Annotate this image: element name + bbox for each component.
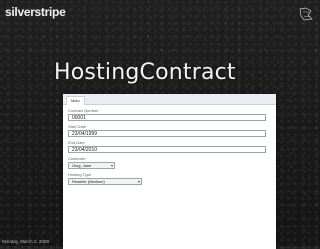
tab-bar: Main bbox=[63, 94, 276, 105]
end-date-field[interactable]: 23/04/2010 bbox=[68, 146, 266, 153]
customer-select[interactable]: Ging, Jane ▾ bbox=[68, 162, 115, 169]
hosting-type-select-value: Reseller (Medium) bbox=[72, 179, 105, 184]
customer-select-value: Ging, Jane bbox=[72, 163, 92, 168]
footer-date: Monday, March 2, 2009 bbox=[2, 239, 49, 244]
chevron-down-icon: ▾ bbox=[110, 163, 113, 168]
contract-number-field[interactable]: 00001 bbox=[68, 114, 266, 121]
doodle-icon bbox=[299, 7, 313, 21]
tab-main[interactable]: Main bbox=[66, 96, 85, 105]
contract-form: Contract Number 00001 Start Date 23/04/1… bbox=[68, 107, 273, 188]
chevron-down-icon: ▾ bbox=[137, 179, 140, 184]
logo: silverstripe bbox=[5, 5, 66, 19]
slide-title: HostingContract bbox=[54, 60, 236, 85]
hosting-type-select[interactable]: Reseller (Medium) ▾ bbox=[68, 178, 142, 185]
start-date-field[interactable]: 23/04/1999 bbox=[68, 130, 266, 137]
form-panel: Main Contract Number 00001 Start Date 23… bbox=[63, 94, 276, 249]
